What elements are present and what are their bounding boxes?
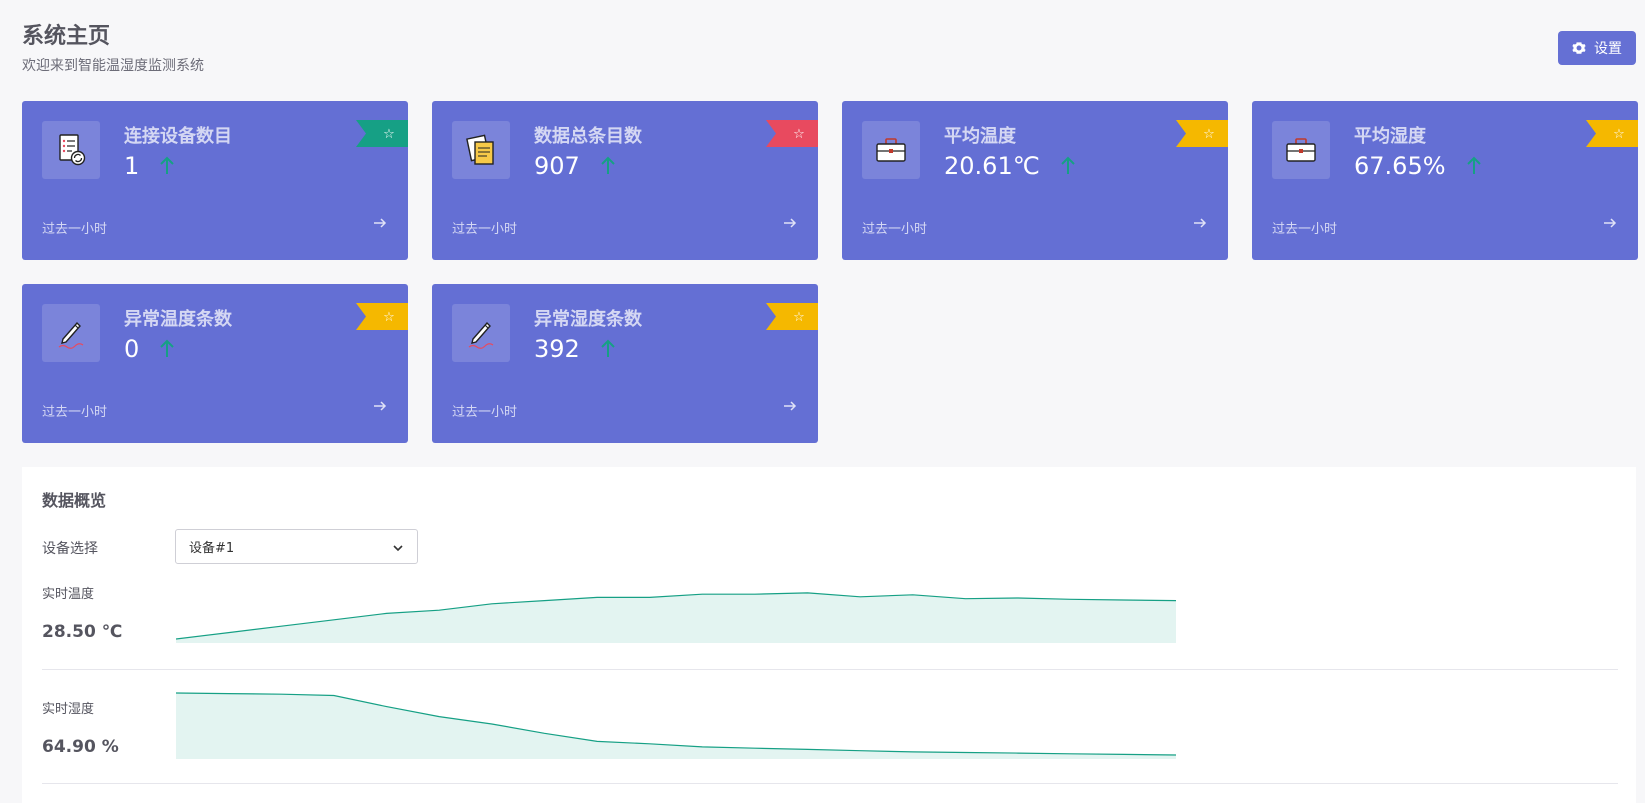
card-title: 连接设备数目 (124, 126, 232, 147)
card-value-row: 67.65% (1354, 152, 1482, 180)
settings-label: 设置 (1594, 41, 1622, 57)
device-list-icon (42, 121, 100, 179)
arrow-right-icon[interactable] (1192, 215, 1208, 231)
card-avg-temperature[interactable]: 平均温度 20.61℃ 过去一小时 ☆ (842, 101, 1228, 260)
arrow-right-icon[interactable] (372, 398, 388, 414)
temperature-label: 实时温度 (42, 587, 95, 602)
card-data-count[interactable]: 数据总条目数 907 过去一小时 ☆ (432, 101, 818, 260)
gear-icon (1572, 42, 1586, 54)
data-overview-panel: 数据概览 设备选择 设备#1 实时温度 28.50 ℃ 实时湿度 64.90 % (22, 467, 1636, 803)
arrow-up-icon (160, 156, 174, 174)
card-value-row: 907 (534, 152, 616, 180)
card-value-row: 20.61℃ (944, 152, 1076, 180)
svg-text:☆: ☆ (1613, 127, 1625, 142)
card-footer: 过去一小时 (42, 222, 108, 237)
arrow-up-icon (601, 156, 615, 174)
settings-button[interactable]: 设置 (1558, 31, 1636, 65)
page-title: 系统主页 (22, 24, 111, 49)
arrow-right-icon[interactable] (782, 215, 798, 231)
arrow-up-icon (1060, 156, 1075, 174)
sparkline-area (176, 693, 1176, 759)
card-value: 907 (534, 152, 580, 180)
arrow-right-icon[interactable] (372, 215, 388, 231)
briefcase-icon (1272, 121, 1330, 179)
svg-text:☆: ☆ (793, 310, 805, 325)
svg-text:☆: ☆ (383, 127, 395, 142)
card-abnormal-humidity[interactable]: 异常湿度条数 392 过去一小时 ☆ (432, 284, 818, 443)
humidity-sparkline (176, 692, 1176, 759)
svg-text:☆: ☆ (383, 310, 395, 325)
star-ribbon-icon: ☆ (1176, 120, 1228, 147)
card-value: 20.61℃ (944, 152, 1040, 180)
arrow-right-icon[interactable] (1602, 215, 1618, 231)
pencil-icon (452, 304, 510, 362)
briefcase-icon (862, 121, 920, 179)
card-footer: 过去一小时 (452, 405, 518, 420)
card-title: 平均温度 (944, 126, 1016, 147)
chevron-down-icon (393, 545, 403, 552)
card-abnormal-temperature[interactable]: 异常温度条数 0 过去一小时 ☆ (22, 284, 408, 443)
humidity-label: 实时湿度 (42, 702, 95, 717)
card-value: 1 (124, 152, 140, 180)
page-subtitle: 欢迎来到智能温湿度监测系统 (22, 58, 204, 74)
device-select-label: 设备选择 (42, 541, 98, 557)
star-ribbon-icon: ☆ (766, 120, 818, 147)
svg-text:☆: ☆ (793, 127, 805, 142)
card-avg-humidity[interactable]: 平均湿度 67.65% 过去一小时 ☆ (1252, 101, 1638, 260)
card-title: 平均湿度 (1354, 126, 1426, 147)
panel-title: 数据概览 (42, 491, 107, 510)
card-footer: 过去一小时 (42, 405, 108, 420)
star-ribbon-icon: ☆ (356, 120, 408, 147)
card-value: 0 (124, 335, 140, 363)
divider (42, 783, 1618, 784)
star-ribbon-icon: ☆ (356, 303, 408, 330)
card-value-row: 0 (124, 335, 175, 363)
pencil-icon (42, 304, 100, 362)
card-value-row: 392 (534, 335, 616, 363)
card-device-count[interactable]: 连接设备数目 1 过去一小时 ☆ (22, 101, 408, 260)
arrow-up-icon (160, 339, 174, 357)
sparkline-area (176, 592, 1176, 643)
card-footer: 过去一小时 (1272, 222, 1338, 237)
temperature-sparkline (176, 592, 1176, 643)
star-ribbon-icon: ☆ (1586, 120, 1638, 147)
card-title: 异常湿度条数 (534, 309, 642, 330)
notes-icon (452, 121, 510, 179)
card-value: 67.65% (1354, 152, 1446, 180)
arrow-right-icon[interactable] (782, 398, 798, 414)
card-footer: 过去一小时 (862, 222, 928, 237)
card-title: 数据总条目数 (534, 126, 642, 147)
star-ribbon-icon: ☆ (766, 303, 818, 330)
arrow-up-icon (601, 339, 615, 357)
device-select-value: 设备#1 (189, 541, 235, 556)
device-select[interactable]: 设备#1 (175, 529, 418, 564)
card-footer: 过去一小时 (452, 222, 518, 237)
card-value-row: 1 (124, 152, 175, 180)
divider (42, 669, 1618, 670)
humidity-value: 64.90 % (42, 737, 119, 757)
svg-text:☆: ☆ (1203, 127, 1215, 142)
card-value: 392 (534, 335, 580, 363)
temperature-value: 28.50 ℃ (42, 622, 123, 642)
arrow-up-icon (1466, 156, 1481, 174)
card-title: 异常温度条数 (124, 309, 232, 330)
